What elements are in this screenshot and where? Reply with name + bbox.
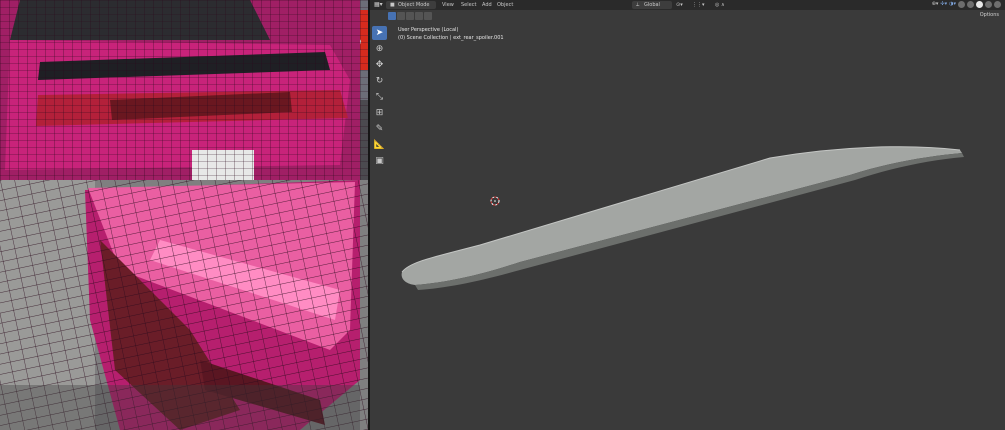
select-extend-icon[interactable]	[397, 12, 405, 20]
menu-select[interactable]: Select	[461, 2, 476, 8]
editor-type-icon[interactable]: ▦▾	[374, 1, 383, 8]
proportional-edit-icon[interactable]: ◎ ∧	[715, 2, 725, 8]
select-new-icon[interactable]	[388, 12, 396, 20]
xray-icon[interactable]	[958, 1, 965, 8]
perspective-label: User Perspective (Local)	[398, 27, 459, 33]
overlays-icon[interactable]: ◑▾	[949, 1, 956, 8]
viewport-shading-controls: ⊛▾ ✣▾ ◑▾	[932, 1, 1001, 8]
menu-view[interactable]: View	[442, 2, 454, 8]
menu-object[interactable]: Object	[497, 2, 513, 8]
select-intersect-icon[interactable]	[424, 12, 432, 20]
reference-image-panel: ENEO	[0, 0, 368, 430]
3d-cursor-icon[interactable]	[489, 195, 501, 207]
move-icon[interactable]: ✥	[372, 58, 387, 72]
select-invert-icon[interactable]	[415, 12, 423, 20]
transform-orientation-label: Global	[644, 2, 660, 8]
solid-shading-icon[interactable]	[976, 1, 983, 8]
measure-icon[interactable]: 📐	[372, 138, 387, 152]
select-box-icon[interactable]: ➤	[372, 26, 387, 40]
3d-viewport[interactable]: ▦▾ ■ Object Mode View Select Add Object …	[370, 0, 1005, 430]
rendered-shading-icon[interactable]	[994, 1, 1001, 8]
pivot-icon[interactable]: ⊙▾	[676, 2, 683, 8]
car-rear-top-reference: ENEO	[0, 0, 368, 180]
gizmo-icon[interactable]: ✣▾	[940, 1, 947, 8]
add-cube-icon[interactable]: ▣	[372, 154, 387, 168]
collection-label: (0) Scene Collection | ext_rear_spoiler.…	[398, 35, 504, 41]
orientation-icon: ⟂	[636, 2, 640, 8]
options-dropdown[interactable]: Options	[980, 12, 999, 18]
scale-icon[interactable]: ⤡	[372, 90, 387, 104]
cursor-icon[interactable]: ⊕	[372, 42, 387, 56]
visibility-icon[interactable]: ⊛▾	[932, 1, 939, 8]
car-rear-spoiler-closeup-reference	[0, 180, 368, 430]
annotate-icon[interactable]: ✎	[372, 122, 387, 136]
material-shading-icon[interactable]	[985, 1, 992, 8]
tool-shelf: ➤ ⊕ ✥ ↻ ⤡ ⊞ ✎ 📐 ▣	[372, 26, 389, 170]
wireframe-shading-icon[interactable]	[967, 1, 974, 8]
viewport-header: ▦▾ ■ Object Mode View Select Add Object …	[370, 0, 1005, 10]
rear-spoiler-mesh[interactable]	[370, 0, 1005, 430]
transform-icon[interactable]: ⊞	[372, 106, 387, 120]
select-subtract-icon[interactable]	[406, 12, 414, 20]
mode-icon: ■	[390, 2, 395, 8]
snap-icon[interactable]: ⋮⋮▾	[692, 2, 705, 8]
rotate-icon[interactable]: ↻	[372, 74, 387, 88]
mode-label: Object Mode	[398, 2, 430, 8]
selection-modes	[388, 12, 432, 21]
menu-add[interactable]: Add	[482, 2, 492, 8]
